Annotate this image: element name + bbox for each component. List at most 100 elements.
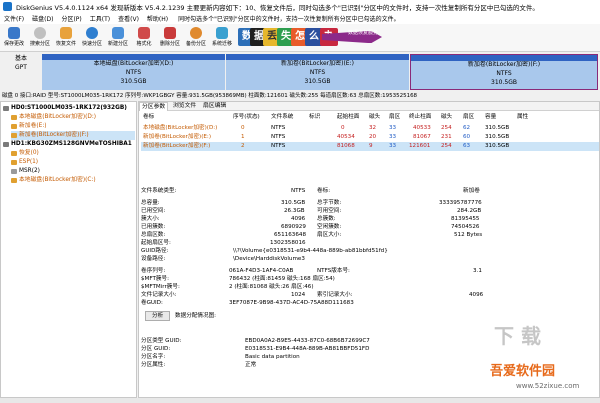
cell-start-cyl: 40534 [337, 134, 355, 140]
tree-node-hd0[interactable]: HD0:ST1000LM035-1RK172(932GB) [3, 104, 127, 113]
tab-bar: 分区参数 浏览文件 扇区编辑 [139, 102, 599, 111]
partition-fs: NTFS [309, 69, 326, 76]
menu-view[interactable]: 查看(V) [114, 14, 143, 23]
quick-partition-label: 快速分区 [81, 41, 102, 47]
quick-partition-icon [86, 27, 98, 39]
cell-start-sector: 33 [389, 134, 397, 140]
backup-partition-button[interactable]: 备份分区 [184, 25, 208, 52]
cell-end-head: 254 [441, 125, 452, 131]
menu-help[interactable]: 帮助(H) [143, 14, 172, 23]
search-partition-button[interactable]: 搜索分区 [28, 25, 52, 52]
sector-size-label: 扇区大小: [317, 232, 342, 238]
table-row[interactable]: 本地磁盘(BitLocker加密)(D:) 0 NTFS 0 32 33 405… [141, 124, 599, 133]
guid-path-label: GUID路径: [141, 248, 169, 254]
total-clusters-value: 81395455 [451, 216, 480, 222]
table-header: 卷标 序号(状态) 文件系统 标识 起始柱面 磁头 扇区 终止柱面 磁头 扇区 … [141, 113, 599, 122]
col-header: 起始柱面 [337, 114, 360, 120]
table-row-selected[interactable]: 新加卷(BitLocker加密)(F:) 2 NTFS 81068 9 33 1… [141, 142, 599, 151]
mftmirr-cluster-value: 2 (柱面:81068 磁头:26 扇区:46) [229, 284, 314, 290]
quick-partition-button[interactable]: 快速分区 [80, 25, 104, 52]
tree-node-label: HD1:KBG30ZMS128GNVMeTOSHIBA1 [11, 141, 132, 147]
partition-attr-value: 正常 [245, 362, 257, 368]
cell-index: 1 [241, 134, 245, 140]
cell-start-head: 9 [369, 143, 373, 149]
table-row[interactable]: 新加卷(BitLocker加密)(E:) 1 NTFS 40534 20 33 … [141, 133, 599, 142]
format-button[interactable]: 格式化 [132, 25, 156, 52]
cell-end-sector: 62 [463, 125, 471, 131]
file-record-size-value: 1024 [291, 292, 306, 298]
tree-node-c[interactable]: 本地磁盘(BitLocker加密)(C:) [11, 176, 96, 185]
col-header: 属性 [517, 114, 529, 120]
format-label: 格式化 [136, 41, 152, 47]
partition-block-f[interactable]: 新加卷(BitLocker加密)(F:) NTFS 310.5GB [410, 54, 598, 90]
cell-start-sector: 33 [389, 143, 397, 149]
watermark-logo-text: 吾爱软件园 [490, 364, 556, 379]
save-button[interactable]: 保存更改 [2, 25, 26, 52]
tree-node-hd1[interactable]: HD1:KBG30ZMS128GNVMeTOSHIBA1 [3, 140, 132, 149]
col-header: 磁头 [369, 114, 381, 120]
volume-label: 卷标: [317, 188, 331, 194]
cell-capacity: 310.5GB [485, 125, 510, 131]
partition-guid-label: 分区 GUID: [141, 346, 171, 352]
partition-usage-bar [411, 55, 597, 61]
partition-name: 新加卷(BitLocker加密)(E:) [281, 60, 354, 67]
tree-node-recovery[interactable]: 恢复(0) [11, 149, 39, 158]
recover-files-button[interactable]: 恢复文件 [54, 25, 78, 52]
delete-partition-label: 删除分区 [159, 41, 180, 47]
tree-node-esp[interactable]: ESP(1) [11, 158, 38, 167]
partition-icon [11, 124, 17, 129]
partition-block-e[interactable]: 新加卷(BitLocker加密)(E:) NTFS 310.5GB [226, 54, 409, 90]
tree-node-e[interactable]: 新加卷(E:) [11, 122, 47, 131]
partition-name: 本地磁盘(BitLocker加密)(D:) [93, 60, 174, 67]
tab-partition-params[interactable]: 分区参数 [139, 102, 169, 111]
total-bytes-label: 总字节数: [317, 200, 342, 206]
cluster-size-value: 4096 [291, 216, 306, 222]
tab-sector-edit[interactable]: 扇区编辑 [201, 102, 228, 111]
partition-block-d[interactable]: 本地磁盘(BitLocker加密)(D:) NTFS 310.5GB [42, 54, 225, 90]
menu-disk[interactable]: 磁盘(D) [28, 14, 57, 23]
menu-file[interactable]: 文件(F) [0, 14, 28, 23]
partition-attr-label: 分区属性: [141, 362, 166, 368]
file-record-size-label: 文件记录大小: [141, 292, 177, 298]
cell-volume: 新加卷(BitLocker加密)(F:) [143, 143, 211, 149]
ad-banner[interactable]: 数 据 丢 失 怎 么 办 数据恢复服务 [236, 25, 382, 51]
tree-node-f[interactable]: 新加卷(BitLocker加密)(F:) [11, 131, 135, 140]
col-header: 序号(状态) [233, 114, 260, 120]
app-icon [3, 2, 12, 11]
partition-icon [11, 133, 17, 138]
partition-size: 310.5GB [120, 78, 147, 85]
guid-path-value: \\?\Volume{e0318531-e9b4-448a-889b-ab81b… [233, 248, 388, 254]
new-partition-icon [112, 27, 124, 39]
cell-end-cyl: 81067 [413, 134, 431, 140]
tree-node-label: 新加卷(E:) [19, 123, 47, 129]
cell-fs: NTFS [271, 143, 286, 149]
cell-start-head: 20 [369, 134, 377, 140]
tree-node-d[interactable]: 本地磁盘(BitLocker加密)(D:) [11, 113, 96, 122]
backup-partition-label: 备份分区 [185, 41, 206, 47]
delete-partition-button[interactable]: 删除分区 [158, 25, 182, 52]
ntfs-version-value: 3.1 [473, 268, 482, 274]
tree-node-label: HD0:ST1000LM035-1RK172(932GB) [11, 105, 127, 111]
volume-serial-value: 061A-F4D3-1AF4-C0AB [229, 268, 294, 274]
total-sectors-value: 651163648 [274, 232, 307, 238]
migrate-icon [216, 27, 228, 39]
partition-icon [11, 115, 17, 120]
device-path-label: 设备路径: [141, 256, 166, 262]
menu-partition[interactable]: 分区(P) [57, 14, 85, 23]
menu-bar: 文件(F) 磁盘(D) 分区(P) 工具(T) 查看(V) 帮助(H) 同时勾选… [0, 13, 600, 24]
mft-cluster-value: 786432 (柱面:81459 磁头:168 扇区:54) [229, 276, 335, 282]
system-migrate-button[interactable]: 系统迁移 [210, 25, 234, 52]
tab-browse-files[interactable]: 浏览文件 [171, 102, 198, 111]
total-capacity-value: 310.5GB [281, 200, 306, 206]
delete-icon [164, 27, 176, 39]
title-bar: DiskGenius V5.4.0.1124 x64 发现新版本 V5.4.2.… [0, 0, 600, 13]
analyze-button[interactable]: 分析 [145, 311, 171, 321]
new-partition-button[interactable]: 新建分区 [106, 25, 130, 52]
data-allocation-label: 数据分配情况图: [175, 313, 217, 319]
index-record-size-label: 索引记录大小: [317, 292, 353, 298]
cell-end-sector: 60 [463, 134, 471, 140]
cell-start-cyl: 81068 [337, 143, 355, 149]
new-partition-label: 新建分区 [107, 41, 128, 47]
tree-node-msr[interactable]: MSR(2) [11, 167, 40, 176]
menu-tools[interactable]: 工具(T) [86, 14, 114, 23]
